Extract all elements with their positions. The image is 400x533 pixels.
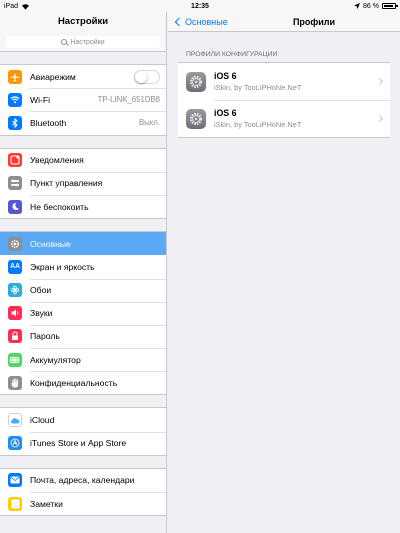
sidebar-item-do-not-disturb[interactable]: Не беспокоить xyxy=(0,194,166,218)
settings-sidebar: Настройки Настройки Авиарежим Wi-Fi TP-L… xyxy=(0,12,167,533)
sidebar-item-icloud[interactable]: iCloud xyxy=(0,408,166,431)
profile-name: iOS 6 xyxy=(214,71,237,81)
settings-group-connectivity: Авиарежим Wi-Fi TP-LINK_651DB8 Bluetooth… xyxy=(0,64,166,136)
search-bar: Настройки xyxy=(0,32,166,52)
sidebar-item-wifi[interactable]: Wi-Fi TP-LINK_651DB8 xyxy=(0,88,166,111)
sidebar-item-bluetooth[interactable]: Bluetooth Выкл. xyxy=(0,111,166,134)
profile-subtitle: iSkin, by TooLiPHoNe.NeT xyxy=(214,83,302,92)
profile-name: iOS 6 xyxy=(214,108,237,118)
search-icon xyxy=(61,39,68,45)
detail-pane: Основные Профили ПРОФИЛИ КОНФИГУРАЦИИ iO… xyxy=(168,12,400,533)
lock-icon xyxy=(8,329,22,344)
profile-subtitle: iSkin, by TooLiPHoNe.NeT xyxy=(214,120,302,129)
sidebar-item-control-center[interactable]: Пункт управления xyxy=(0,171,166,195)
profile-row[interactable]: iOS 6 iSkin, by TooLiPHoNe.NeT xyxy=(178,63,390,100)
text-size-icon: AA xyxy=(8,259,22,274)
settings-gear-icon xyxy=(186,108,206,129)
sidebar-item-label: Wi-Fi xyxy=(30,94,51,105)
sidebar-item-label: Пароль xyxy=(30,331,60,342)
chevron-right-icon xyxy=(375,77,384,86)
bluetooth-icon xyxy=(8,115,22,130)
search-input[interactable]: Настройки xyxy=(6,36,160,48)
sidebar-item-notifications[interactable]: Уведомления xyxy=(0,149,166,172)
bluetooth-value: Выкл. xyxy=(138,118,160,128)
sidebar-item-general[interactable]: Основные xyxy=(0,232,166,256)
sidebar-item-label: Bluetooth xyxy=(30,117,67,128)
sidebar-item-label: Аккумулятор xyxy=(30,354,81,365)
settings-group-notifications: Уведомления Пункт управления Не беспокои… xyxy=(0,147,166,220)
settings-group-general: Основные AA Экран и яркость Обои Звуки П… xyxy=(0,231,166,396)
sidebar-item-battery[interactable]: Аккумулятор xyxy=(0,348,166,371)
settings-group-apps: Почта, адреса, календари Заметки xyxy=(0,467,166,517)
hand-icon xyxy=(8,375,22,390)
sidebar-item-privacy[interactable]: Конфиденциальность xyxy=(0,371,166,394)
sidebar-item-label: Основные xyxy=(30,238,71,249)
sidebar-item-label: Пункт управления xyxy=(30,178,103,189)
section-header: ПРОФИЛИ КОНФИГУРАЦИИ xyxy=(186,51,278,58)
sidebar-item-label: Звуки xyxy=(30,308,53,319)
sidebar-item-label: Уведомления xyxy=(30,155,84,166)
profile-row[interactable]: iOS 6 iSkin, by TooLiPHoNe.NeT xyxy=(178,100,390,137)
speaker-icon xyxy=(8,306,22,321)
notes-icon xyxy=(8,496,22,511)
wifi-icon xyxy=(8,92,22,107)
battery-icon xyxy=(382,3,398,9)
gear-icon xyxy=(8,236,22,251)
sidebar-item-notes[interactable]: Заметки xyxy=(0,492,166,515)
moon-icon xyxy=(8,199,22,214)
battery-icon xyxy=(8,352,22,367)
sidebar-item-passcode[interactable]: Пароль xyxy=(0,324,166,348)
sidebar-item-mail[interactable]: Почта, адреса, календари xyxy=(0,469,166,492)
sidebar-item-airplane[interactable]: Авиарежим xyxy=(0,65,166,88)
sidebar-item-label: Обои xyxy=(30,285,52,296)
app-store-icon xyxy=(8,436,22,451)
status-bar: iPad 12:35 86 % xyxy=(0,0,400,12)
airplane-toggle[interactable] xyxy=(134,69,160,84)
sidebar-item-sounds[interactable]: Звуки xyxy=(0,301,166,325)
settings-gear-icon xyxy=(186,71,206,92)
settings-group-accounts: iCloud iTunes Store и App Store xyxy=(0,407,166,456)
sidebar-item-wallpaper[interactable]: Обои xyxy=(0,278,166,302)
search-placeholder: Настройки xyxy=(70,38,105,46)
sidebar-item-label: Конфиденциальность xyxy=(30,377,118,388)
sidebar-item-label: iCloud xyxy=(30,415,55,426)
page-title: Профили xyxy=(292,17,336,27)
sidebar-item-label: Не беспокоить xyxy=(30,201,89,212)
sidebar-item-label: Заметки xyxy=(30,498,63,509)
sidebar-item-label: iTunes Store и App Store xyxy=(30,438,127,449)
sidebar-item-label: Экран и яркость xyxy=(30,261,95,272)
wifi-network-value: TP-LINK_651DB8 xyxy=(97,95,160,105)
profiles-list: iOS 6 iSkin, by TooLiPHoNe.NeT iOS 6 iSk… xyxy=(178,62,390,138)
navigation-bar: Основные Профили xyxy=(168,12,400,32)
status-time: 12:35 xyxy=(191,2,209,10)
chevron-right-icon xyxy=(375,114,384,123)
control-center-icon xyxy=(8,176,22,191)
profile-text: iOS 6 iSkin, by TooLiPHoNe.NeT xyxy=(214,71,301,92)
wallpaper-icon xyxy=(8,283,22,298)
sidebar-title: Настройки xyxy=(0,12,166,32)
profile-text: iOS 6 iSkin, by TooLiPHoNe.NeT xyxy=(214,108,301,129)
sidebar-item-display[interactable]: AA Экран и яркость xyxy=(0,255,166,278)
airplane-icon xyxy=(8,69,22,84)
sidebar-item-label: Авиарежим xyxy=(30,71,76,82)
notifications-icon xyxy=(8,153,22,168)
sidebar-item-label: Почта, адреса, календари xyxy=(30,475,135,486)
sidebar-item-app-store[interactable]: iTunes Store и App Store xyxy=(0,431,166,455)
mail-icon xyxy=(8,473,22,488)
cloud-icon xyxy=(8,413,22,428)
